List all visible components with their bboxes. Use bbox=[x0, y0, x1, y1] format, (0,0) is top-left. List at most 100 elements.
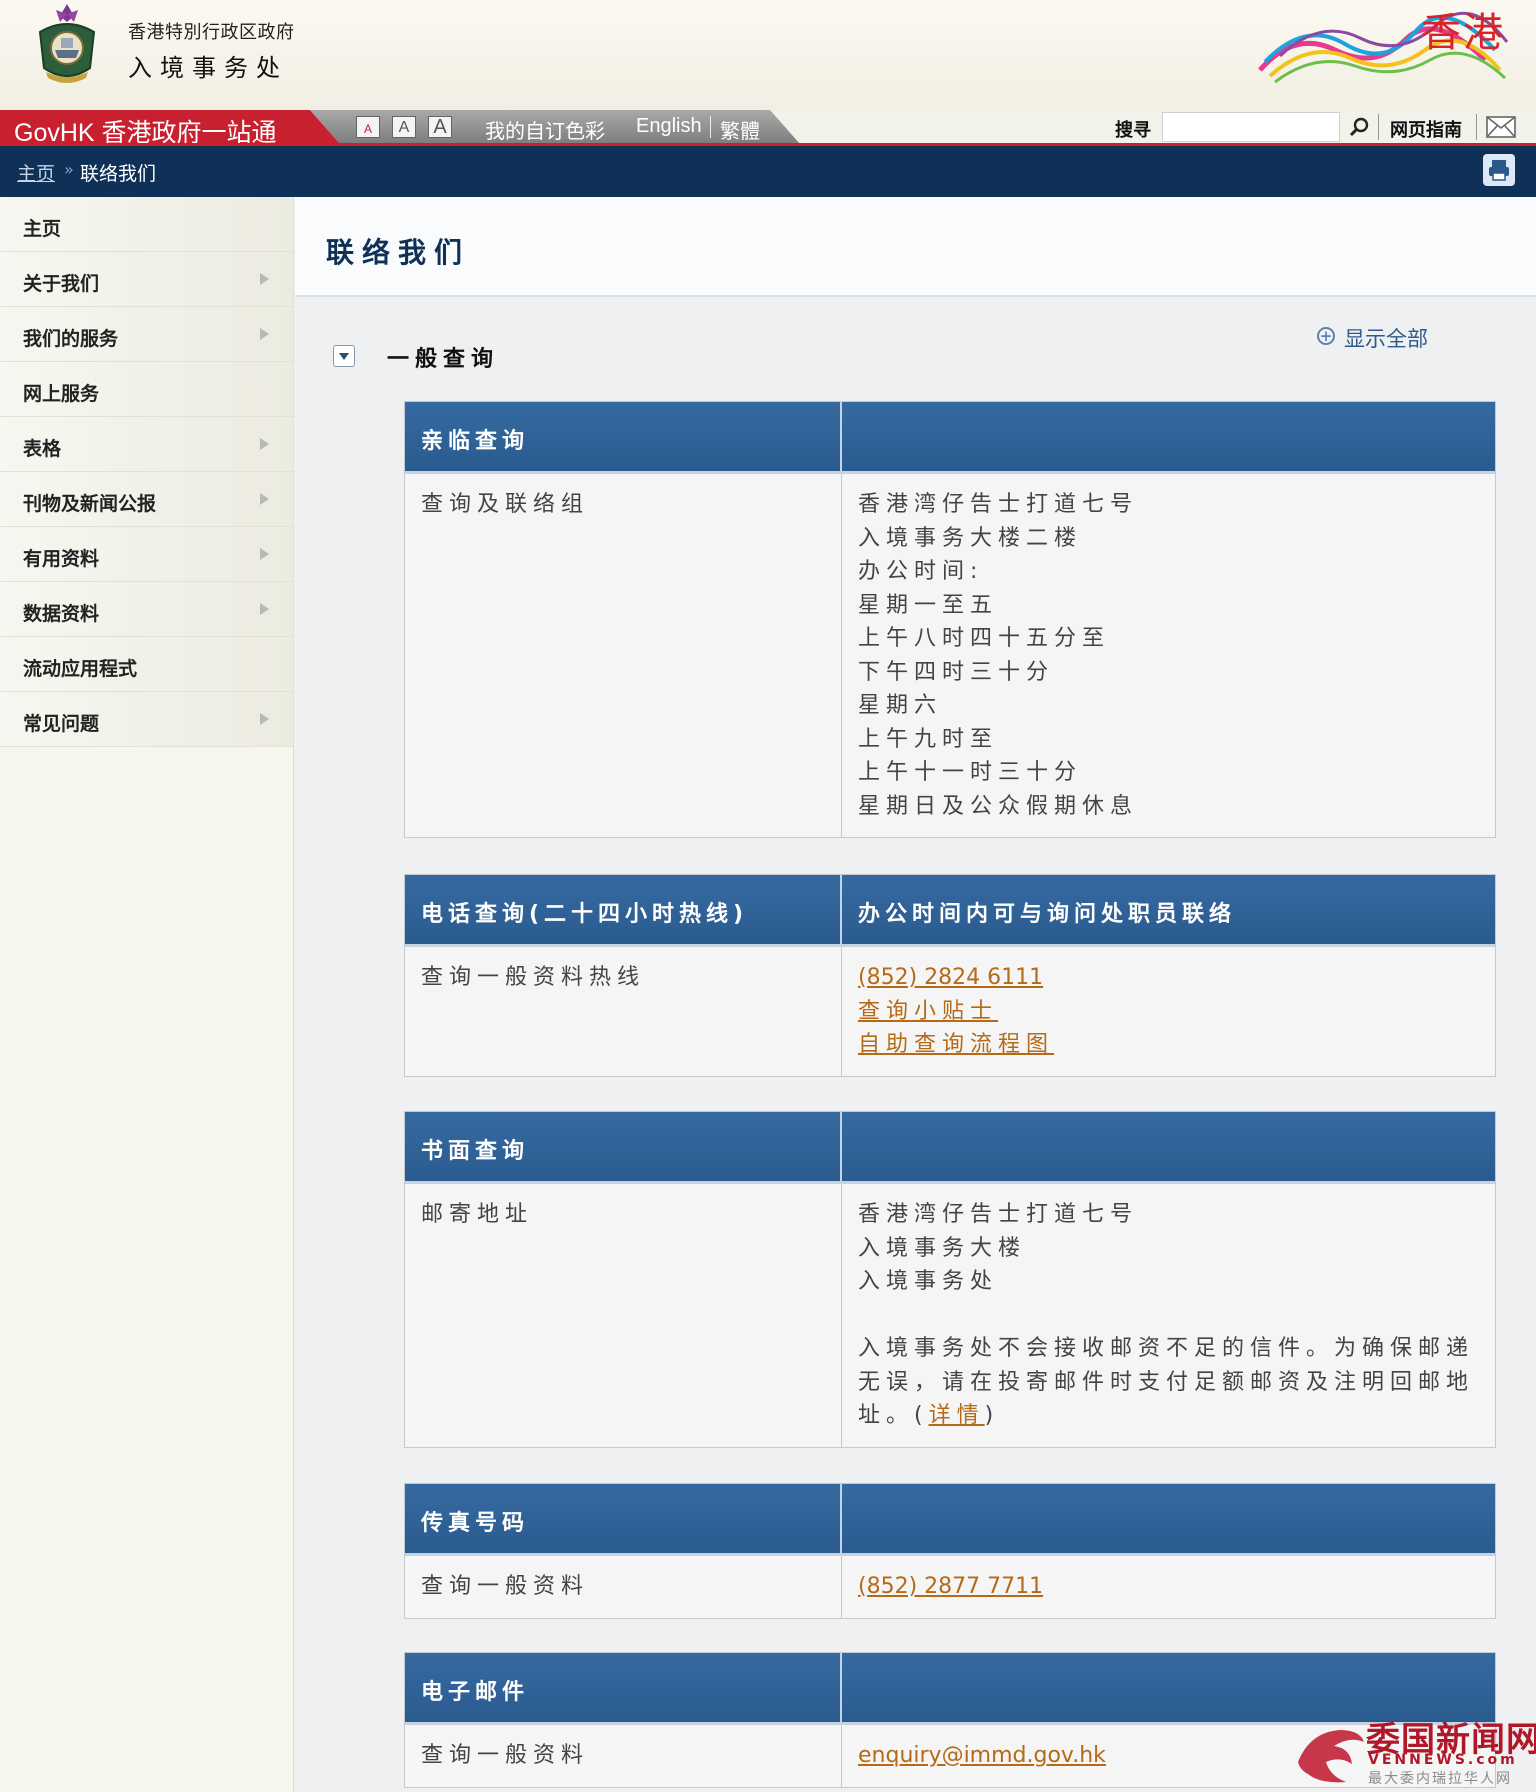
vennews-logo-icon bbox=[1298, 1730, 1364, 1783]
address-line: 香港湾仔告士打道七号 bbox=[858, 492, 1139, 517]
sidebar-item-label: 常见问题 bbox=[23, 713, 100, 735]
sidebar-item-label: 数据资料 bbox=[23, 603, 100, 625]
row-value: 香港湾仔告士打道七号 入境事务大楼二楼 办公时间: 星期一至五 上午八时四十五分… bbox=[842, 474, 1495, 837]
fax-table: 传真号码 查询一般资料 (852) 2877 7711 bbox=[404, 1483, 1496, 1619]
breadcrumb: 主页 » 联络我们 bbox=[0, 146, 1536, 197]
vennews-watermark: 委国新闻网 VENNEWS.com 最大委内瑞拉华人网 bbox=[1290, 1712, 1536, 1788]
main-content: 联络我们 一般查询 + 显示全部 亲临查询 查询及联络组 香港湾仔告士打道七号 … bbox=[295, 197, 1536, 1792]
written-enquiry-table: 书面查询 邮寄地址 香港湾仔告士打道七号 入境事务大楼 入境事务处 入境事务处不… bbox=[404, 1111, 1496, 1448]
hours-line: 上午十一时三十分 bbox=[858, 760, 1083, 785]
sidebar-item-our-services[interactable]: 我们的服务 bbox=[0, 307, 293, 362]
sidebar-item-forms[interactable]: 表格 bbox=[0, 417, 293, 472]
triangle-right-icon bbox=[260, 548, 269, 560]
mail-icon[interactable] bbox=[1486, 116, 1516, 138]
govhk-link[interactable]: GovHK 香港政府一站通 bbox=[0, 110, 340, 144]
sidebar-item-label: 网上服务 bbox=[23, 383, 100, 405]
table-row: 查询及联络组 香港湾仔告士打道七号 入境事务大楼二楼 办公时间: 星期一至五 上… bbox=[405, 474, 1495, 837]
table-header bbox=[842, 402, 1495, 471]
sidebar-item-label: 表格 bbox=[23, 438, 62, 460]
row-label: 查询及联络组 bbox=[405, 474, 842, 837]
english-link[interactable]: English bbox=[636, 115, 702, 138]
sidebar-nav: 主页 关于我们 我们的服务 网上服务 表格 刊物及新闻公报 有用资料 数据资料 … bbox=[0, 197, 294, 1792]
sidebar-item-online-services[interactable]: 网上服务 bbox=[0, 362, 293, 417]
site-header: 香港特別行政区政府 入境事务处 香港 bbox=[0, 0, 1536, 110]
sidebar-item-faq[interactable]: 常见问题 bbox=[0, 692, 293, 747]
sidebar-item-label: 有用资料 bbox=[23, 548, 100, 570]
triangle-right-icon bbox=[260, 328, 269, 340]
enquiry-tips-link[interactable]: 查询小贴士 bbox=[858, 999, 998, 1024]
hotline-phone-link[interactable]: (852) 2824 6111 bbox=[858, 965, 1043, 990]
row-label: 邮寄地址 bbox=[405, 1184, 842, 1447]
table-row: 查询一般资料热线 (852) 2824 6111 查询小贴士 自助查询流程图 bbox=[405, 947, 1495, 1076]
top-toolbar: GovHK 香港政府一站通 A A A 我的自订色彩 English 繁體 搜寻… bbox=[0, 110, 1536, 144]
postage-note: 入境事务处不会接收邮资不足的信件。为确保邮递无误，请在投寄邮件时支付足额邮资及注… bbox=[858, 1332, 1479, 1433]
search-label: 搜寻 bbox=[1115, 120, 1151, 141]
hours-line: 上午九时至 bbox=[858, 726, 999, 752]
triangle-right-icon bbox=[260, 493, 269, 505]
sidebar-item-label: 刊物及新闻公报 bbox=[23, 493, 157, 515]
table-header: 亲临查询 bbox=[405, 402, 842, 471]
header-divider bbox=[1476, 114, 1477, 140]
sidebar-item-about-us[interactable]: 关于我们 bbox=[0, 252, 293, 307]
details-link[interactable]: 详情 bbox=[929, 1403, 985, 1428]
traditional-chinese-link[interactable]: 繁體 bbox=[720, 115, 760, 144]
table-header: 办公时间内可与询问处职员联络 bbox=[858, 902, 1237, 927]
sidebar-item-useful-info[interactable]: 有用资料 bbox=[0, 527, 293, 582]
table-header: 电子邮件 bbox=[405, 1653, 842, 1722]
header-divider bbox=[1378, 114, 1379, 140]
row-value: (852) 2877 7711 bbox=[842, 1556, 1495, 1618]
sidebar-item-publications[interactable]: 刊物及新闻公报 bbox=[0, 472, 293, 527]
triangle-right-icon bbox=[260, 438, 269, 450]
table-row: 查询一般资料 (852) 2877 7711 bbox=[405, 1556, 1495, 1618]
row-value: (852) 2824 6111 查询小贴士 自助查询流程图 bbox=[842, 947, 1495, 1076]
accessibility-tools: A A A 我的自订色彩 English 繁體 bbox=[310, 110, 800, 144]
table-header bbox=[842, 1112, 1495, 1181]
font-size-large-button[interactable]: A bbox=[428, 116, 452, 138]
hours-line: 星期一至五 bbox=[858, 592, 999, 618]
search-icon[interactable] bbox=[1348, 116, 1370, 138]
triangle-right-icon bbox=[260, 603, 269, 615]
search-input[interactable] bbox=[1162, 112, 1340, 142]
hours-line: 办公时间: bbox=[858, 559, 984, 584]
hours-line: 星期六 bbox=[858, 693, 943, 718]
row-label: 查询一般资料 bbox=[405, 1556, 842, 1618]
custom-color-link[interactable]: 我的自订色彩 bbox=[485, 115, 605, 144]
sidebar-item-home[interactable]: 主页 bbox=[0, 197, 293, 252]
watermark-url: VENNEWS.com bbox=[1368, 1752, 1518, 1768]
email-link[interactable]: enquiry@immd.gov.hk bbox=[858, 1743, 1106, 1768]
triangle-right-icon bbox=[260, 713, 269, 725]
department-name-line1: 香港特別行政区政府 bbox=[128, 22, 295, 43]
department-name-line2: 入境事务处 bbox=[128, 54, 288, 82]
address-line: 香港湾仔告士打道七号 bbox=[858, 1202, 1139, 1227]
sidebar-item-label: 流动应用程式 bbox=[23, 658, 138, 680]
row-label: 查询一般资料热线 bbox=[405, 947, 842, 1076]
sidebar-item-label: 主页 bbox=[23, 218, 62, 240]
print-button[interactable] bbox=[1483, 154, 1515, 186]
self-help-flowchart-link[interactable]: 自助查询流程图 bbox=[858, 1032, 1054, 1057]
brand-text: 香港 bbox=[1421, 10, 1505, 56]
breadcrumb-home-link[interactable]: 主页 bbox=[17, 159, 55, 186]
sidebar-item-statistics[interactable]: 数据资料 bbox=[0, 582, 293, 637]
font-size-small-button[interactable]: A bbox=[356, 116, 380, 138]
sitemap-link[interactable]: 网页指南 bbox=[1390, 116, 1462, 142]
font-size-medium-button[interactable]: A bbox=[392, 116, 416, 138]
address-line: 入境事务处 bbox=[858, 1269, 999, 1294]
in-person-enquiry-table: 亲临查询 查询及联络组 香港湾仔告士打道七号 入境事务大楼二楼 办公时间: 星期… bbox=[404, 401, 1496, 838]
address-line: 入境事务大楼二楼 bbox=[858, 525, 1083, 551]
sidebar-item-label: 我们的服务 bbox=[23, 328, 119, 350]
watermark-subtitle: 最大委内瑞拉华人网 bbox=[1368, 1771, 1512, 1787]
print-icon bbox=[1489, 160, 1509, 181]
table-header: 电话查询(二十四小时热线) bbox=[405, 875, 842, 944]
fax-number-link[interactable]: (852) 2877 7711 bbox=[858, 1574, 1043, 1599]
page-title: 联络我们 bbox=[326, 236, 471, 269]
breadcrumb-current: 联络我们 bbox=[80, 163, 157, 185]
section-collapse-toggle-icon[interactable] bbox=[333, 345, 355, 367]
sidebar-item-label: 关于我们 bbox=[23, 273, 100, 295]
phone-enquiry-table: 电话查询(二十四小时热线) 办公时间内可与询问处职员联络 查询一般资料热线 (8… bbox=[404, 874, 1496, 1077]
section-title: 一般查询 bbox=[387, 347, 500, 372]
table-header: 传真号码 bbox=[405, 1484, 842, 1553]
immigration-emblem-icon[interactable] bbox=[28, 2, 106, 86]
sidebar-item-mobile-apps[interactable]: 流动应用程式 bbox=[0, 637, 293, 692]
breadcrumb-separator: » bbox=[64, 160, 74, 179]
hours-line: 下午四时三十分 bbox=[858, 659, 1055, 685]
